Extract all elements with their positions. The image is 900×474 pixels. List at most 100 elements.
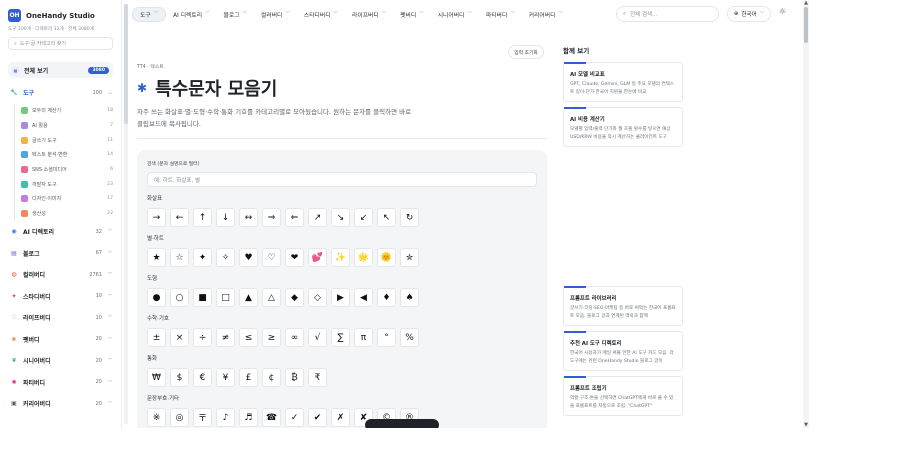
symbol-button[interactable]: 🌞 [377,248,396,267]
symbol-button[interactable]: % [400,328,419,347]
symbol-button[interactable]: ◆ [285,288,304,307]
symbol-button[interactable]: 🌟 [354,248,373,267]
symbol-button[interactable]: ↑ [193,208,212,227]
symbol-button[interactable]: ± [147,328,166,347]
related-card[interactable]: 프롬프트 조립기 역할·구조·톤을 선택하면 ChatGPT에게 바로 쓸 수 있… [563,376,683,416]
sidebar-subitem[interactable]: 개발자 도구 23 [15,177,121,192]
filter-input[interactable]: 예: 하트, 화살표, 별 [147,172,537,187]
sidebar-item-category[interactable]: ◉ AI 디렉토리 32 ﹀ [0,221,121,243]
symbol-button[interactable]: √ [308,328,327,347]
scroll-up-arrow-icon[interactable]: ▲ [803,0,809,6]
symbol-button[interactable]: ← [170,208,189,227]
symbol-button[interactable]: ♬ [239,408,258,427]
symbol-button[interactable]: ✦ [193,248,212,267]
nav-tab[interactable]: 커리어버디 ﹀ [522,7,570,22]
symbol-button[interactable]: ● [147,288,166,307]
symbol-button[interactable]: 〒 [193,408,212,427]
symbol-button[interactable]: ¥ [216,368,235,387]
symbol-button[interactable]: ✮ [400,248,419,267]
sidebar-item-category[interactable]: ❦ 시니어버디 20 ﹀ [0,350,121,372]
symbol-button[interactable]: ⇐ [285,208,304,227]
chevron-down-icon[interactable]: ﹀ [107,400,113,407]
symbol-button[interactable]: ◇ [308,288,327,307]
language-select[interactable]: ⊕ 한국어 ﹀ [727,6,771,22]
chevron-down-icon[interactable]: ﹀ [107,250,113,257]
scroll-down-arrow-icon[interactable]: ▼ [803,422,809,428]
symbol-button[interactable]: 💕 [308,248,327,267]
brand[interactable]: OH OneHandy Studio [0,0,121,22]
sidebar-subitem[interactable]: 텍스트 분석·변환 14 [15,148,121,163]
symbol-button[interactable]: ≤ [239,328,258,347]
symbol-button[interactable]: → [147,208,166,227]
chevron-down-icon[interactable]: ﹀ [107,271,113,278]
chevron-down-icon[interactable]: ﹀ [107,314,113,321]
sidebar-subitem[interactable]: 모두의 계산기 18 [15,104,121,119]
brand-logo[interactable]: OH [8,9,21,22]
nav-tab[interactable]: 파티버디 ﹀ [479,7,522,22]
related-card[interactable]: AI 모델 비교표 GPT, Claude, Gemini, GLM 등 주요 모… [563,62,683,102]
symbol-button[interactable]: ∑ [331,328,350,347]
nav-tab[interactable]: 펫버디 ﹀ [393,7,431,22]
symbol-button[interactable]: ○ [170,288,189,307]
sidebar-item-category[interactable]: ◍ 컬러버디 2761 ﹀ [0,264,121,286]
chevron-down-icon[interactable]: ﹀ [107,379,113,386]
nav-tab[interactable]: 스타디버디 ﹀ [297,7,345,22]
symbol-button[interactable]: ≥ [262,328,281,347]
sidebar-subitem[interactable]: AI 활용 7 [15,118,121,133]
sidebar-subitem[interactable]: 글쓰기 도구 11 [15,133,121,148]
symbol-button[interactable]: ♠ [400,288,419,307]
symbol-button[interactable]: ¢ [262,368,281,387]
symbol-button[interactable]: ☎ [262,408,281,427]
sidebar-item-category[interactable]: ✺ 파티버디 20 ﹀ [0,372,121,394]
symbol-button[interactable]: π [354,328,373,347]
symbol-button[interactable]: ✔ [308,408,327,427]
chevron-up-icon[interactable]: ︿ [107,89,113,96]
symbol-button[interactable]: ♦ [377,288,396,307]
theme-toggle-sun-icon[interactable]: ☼ [779,7,786,16]
symbol-button[interactable]: ↙ [354,208,373,227]
symbol-button[interactable]: ♪ [216,408,235,427]
symbol-button[interactable]: ↗ [308,208,327,227]
sidebar-subitem[interactable]: SNS·소셜미디어 6 [15,162,121,177]
sidebar-subitem[interactable]: 디자인·이미지 17 [15,192,121,207]
symbol-button[interactable]: ▲ [239,288,258,307]
sidebar-item-tools[interactable]: 🔧 도구 100 ︿ [0,82,121,104]
symbol-button[interactable]: × [170,328,189,347]
symbol-button[interactable]: ÷ [193,328,212,347]
symbol-button[interactable]: ✓ [285,408,304,427]
sidebar-item-category[interactable]: ❀ 펫버디 20 ﹀ [0,329,121,351]
related-card[interactable]: AI 비용 계산기 모델별 입력/출력 단가와 월 호출 횟수를 넣으면 예상 U… [563,107,683,147]
symbol-button[interactable]: ↘ [331,208,350,227]
symbol-button[interactable]: ↓ [216,208,235,227]
chevron-down-icon[interactable]: ﹀ [107,336,113,343]
sidebar-item-all[interactable]: ▦ 전체 보기 3080 [8,62,113,78]
symbol-button[interactable]: ≠ [216,328,235,347]
symbol-button[interactable]: ↔ [239,208,258,227]
symbol-button[interactable]: ◀ [354,288,373,307]
symbol-button[interactable]: ₹ [308,368,327,387]
symbol-button[interactable]: ° [377,328,396,347]
scroll-thumb[interactable] [804,7,808,43]
symbol-button[interactable]: ■ [193,288,212,307]
brand-name[interactable]: OneHandy Studio [26,12,95,20]
related-card[interactable]: 프롬프트 라이브러리 글쓰기·코딩·SEO·마케팅 등 바로 써먹는 한국어 프롬… [563,286,683,326]
symbol-button[interactable]: ▶ [331,288,350,307]
symbol-button[interactable]: ❤ [285,248,304,267]
global-search-input[interactable]: ⌕ 전체 검색... [616,6,719,22]
chevron-down-icon[interactable]: ﹀ [107,293,113,300]
symbol-button[interactable]: ◎ [170,408,189,427]
reset-button[interactable]: 입력 초기화 [508,45,544,59]
chevron-down-icon[interactable]: ﹀ [107,228,113,235]
sidebar-subitem[interactable]: 생산성 22 [15,206,121,221]
nav-tab[interactable]: 도구 ﹀ [132,6,167,22]
symbol-button[interactable]: ★ [147,248,166,267]
symbol-button[interactable]: ♡ [262,248,281,267]
symbol-button[interactable]: ✧ [216,248,235,267]
symbol-button[interactable]: ☆ [170,248,189,267]
symbol-button[interactable]: ∞ [285,328,304,347]
nav-tab[interactable]: 라이프버디 ﹀ [345,7,393,22]
nav-tab[interactable]: 컬러버디 ﹀ [254,7,297,22]
sidebar-item-category[interactable]: ♡ 라이프버디 10 ﹀ [0,307,121,329]
sidebar-scrollbar[interactable] [124,4,128,424]
sidebar-item-category[interactable]: ✦ 스타디버디 10 ﹀ [0,286,121,308]
